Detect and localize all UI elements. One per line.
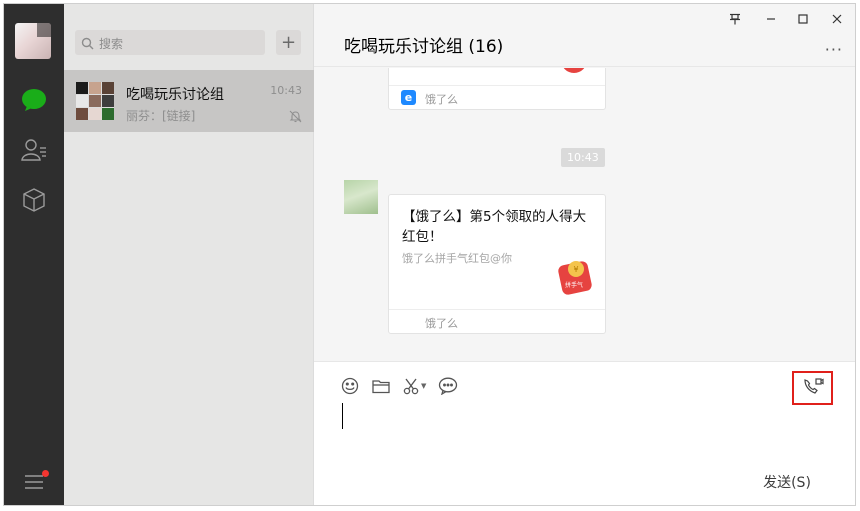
pin-icon[interactable] [724, 10, 746, 28]
card-footer: 饿了么 [389, 309, 605, 333]
message-input-area[interactable]: ▼ 发送(S) [314, 361, 855, 505]
chat-list-pane: 搜索 + 吃喝玩乐讨论组 10:43 丽芬：[链接] [64, 4, 314, 505]
red-packet-badge: 拼手气 [565, 281, 583, 289]
card-subtitle: 饿了么拼手气红包@你 [402, 252, 512, 265]
card-title: 【饿了么】第5个领取的人得大红包！ [402, 209, 587, 245]
minimize-icon[interactable] [760, 10, 782, 28]
search-input[interactable]: 搜索 [75, 30, 265, 55]
maximize-icon[interactable] [792, 10, 814, 28]
nav-rail [4, 4, 64, 505]
contacts-icon[interactable] [19, 135, 49, 165]
link-card[interactable]: e 饿了么 [388, 68, 606, 110]
wechat-window: 搜索 + 吃喝玩乐讨论组 10:43 丽芬：[链接] 吃喝玩乐讨论组 (16) [3, 3, 856, 506]
video-call-button[interactable] [792, 371, 833, 405]
conversation-title: 吃喝玩乐讨论组 (16) [344, 37, 504, 57]
svg-text:¥: ¥ [573, 265, 578, 274]
eleme-icon: e [401, 90, 416, 105]
chat-icon[interactable] [19, 85, 49, 115]
link-card[interactable]: 【饿了么】第5个领取的人得大红包！ 饿了么拼手气红包@你 ¥ 拼手气 饿了么 [388, 194, 606, 334]
video-call-icon [802, 376, 824, 400]
more-options-icon[interactable]: ··· [825, 40, 843, 59]
scissors-icon[interactable] [401, 375, 423, 397]
send-button[interactable]: 发送(S) [755, 468, 819, 496]
red-packet-icon: ¥ 拼手气 [557, 257, 593, 295]
text-caret [342, 403, 343, 429]
conversation-pane: 吃喝玩乐讨论组 (16) ··· e 饿了么 10:43 【饿了么】第5个领取的… [314, 4, 855, 505]
user-avatar[interactable] [15, 23, 51, 59]
chat-time: 10:43 [270, 84, 302, 97]
mute-icon [289, 108, 302, 127]
emoji-icon[interactable] [339, 375, 361, 397]
chevron-down-icon[interactable]: ▼ [421, 382, 426, 390]
favorites-icon[interactable] [19, 185, 49, 215]
chat-history-icon[interactable] [437, 375, 459, 397]
close-icon[interactable] [826, 10, 848, 28]
add-button[interactable]: + [276, 30, 301, 55]
card-source: 饿了么 [425, 93, 458, 106]
chat-preview: 丽芬：[链接] [126, 109, 196, 123]
group-avatar [76, 82, 114, 120]
message-list: e 饿了么 10:43 【饿了么】第5个领取的人得大红包！ 饿了么拼手气红包@你… [314, 68, 855, 361]
time-separator: 10:43 [561, 148, 605, 167]
conversation-header: 吃喝玩乐讨论组 (16) ··· [314, 4, 855, 67]
chat-list-item[interactable]: 吃喝玩乐讨论组 10:43 丽芬：[链接] [64, 70, 314, 132]
notification-dot [42, 470, 49, 477]
chat-title: 吃喝玩乐讨论组 [126, 87, 224, 103]
card-source: 饿了么 [425, 317, 458, 330]
search-placeholder: 搜索 [99, 37, 124, 51]
folder-icon[interactable] [370, 375, 392, 397]
sender-avatar[interactable] [344, 180, 378, 214]
search-icon [81, 35, 94, 54]
card-footer: e 饿了么 [389, 85, 605, 109]
red-packet-icon [561, 68, 587, 73]
